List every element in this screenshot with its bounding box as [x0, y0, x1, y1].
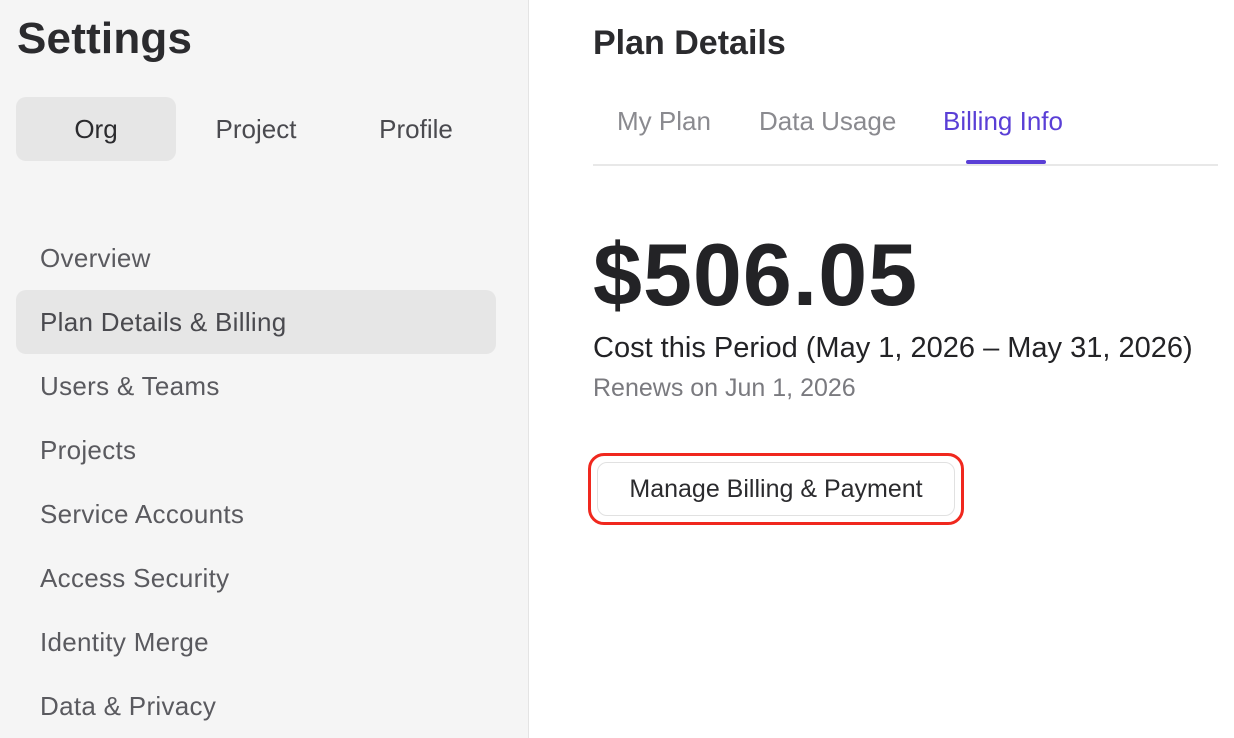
sidebar-item-identity-merge[interactable]: Identity Merge — [16, 610, 496, 674]
active-tab-indicator — [966, 160, 1046, 164]
period-cost-amount: $506.05 — [593, 225, 919, 324]
tab-billing-info[interactable]: Billing Info — [943, 106, 1063, 137]
settings-sidebar: Settings Org Project Profile Overview Pl… — [0, 0, 529, 738]
cost-period-label: Cost this Period (May 1, 2026 – May 31, … — [593, 332, 1193, 364]
scope-tab-org[interactable]: Org — [16, 97, 176, 161]
sidebar-item-users-teams[interactable]: Users & Teams — [16, 354, 496, 418]
plan-tabs: My Plan Data Usage Billing Info — [593, 96, 1218, 166]
tab-data-usage[interactable]: Data Usage — [759, 106, 896, 137]
page-title: Plan Details — [593, 24, 786, 62]
scope-tab-profile[interactable]: Profile — [336, 97, 496, 161]
sidebar-item-service-accounts[interactable]: Service Accounts — [16, 482, 496, 546]
sidebar-item-data-privacy[interactable]: Data & Privacy — [16, 674, 496, 738]
settings-title: Settings — [17, 14, 193, 63]
highlight-outline: Manage Billing & Payment — [588, 453, 964, 525]
sidebar-item-overview[interactable]: Overview — [16, 226, 496, 290]
tab-my-plan[interactable]: My Plan — [617, 106, 711, 137]
sidebar-item-access-security[interactable]: Access Security — [16, 546, 496, 610]
settings-app: Settings Org Project Profile Overview Pl… — [0, 0, 1234, 738]
sidebar-item-plan-details-billing[interactable]: Plan Details & Billing — [16, 290, 496, 354]
scope-tabs: Org Project Profile — [16, 97, 496, 161]
renewal-date: Renews on Jun 1, 2026 — [593, 374, 856, 402]
sidebar-item-projects[interactable]: Projects — [16, 418, 496, 482]
plan-details-panel: Plan Details My Plan Data Usage Billing … — [588, 0, 1218, 738]
manage-billing-button[interactable]: Manage Billing & Payment — [597, 462, 955, 516]
scope-tab-project[interactable]: Project — [176, 97, 336, 161]
